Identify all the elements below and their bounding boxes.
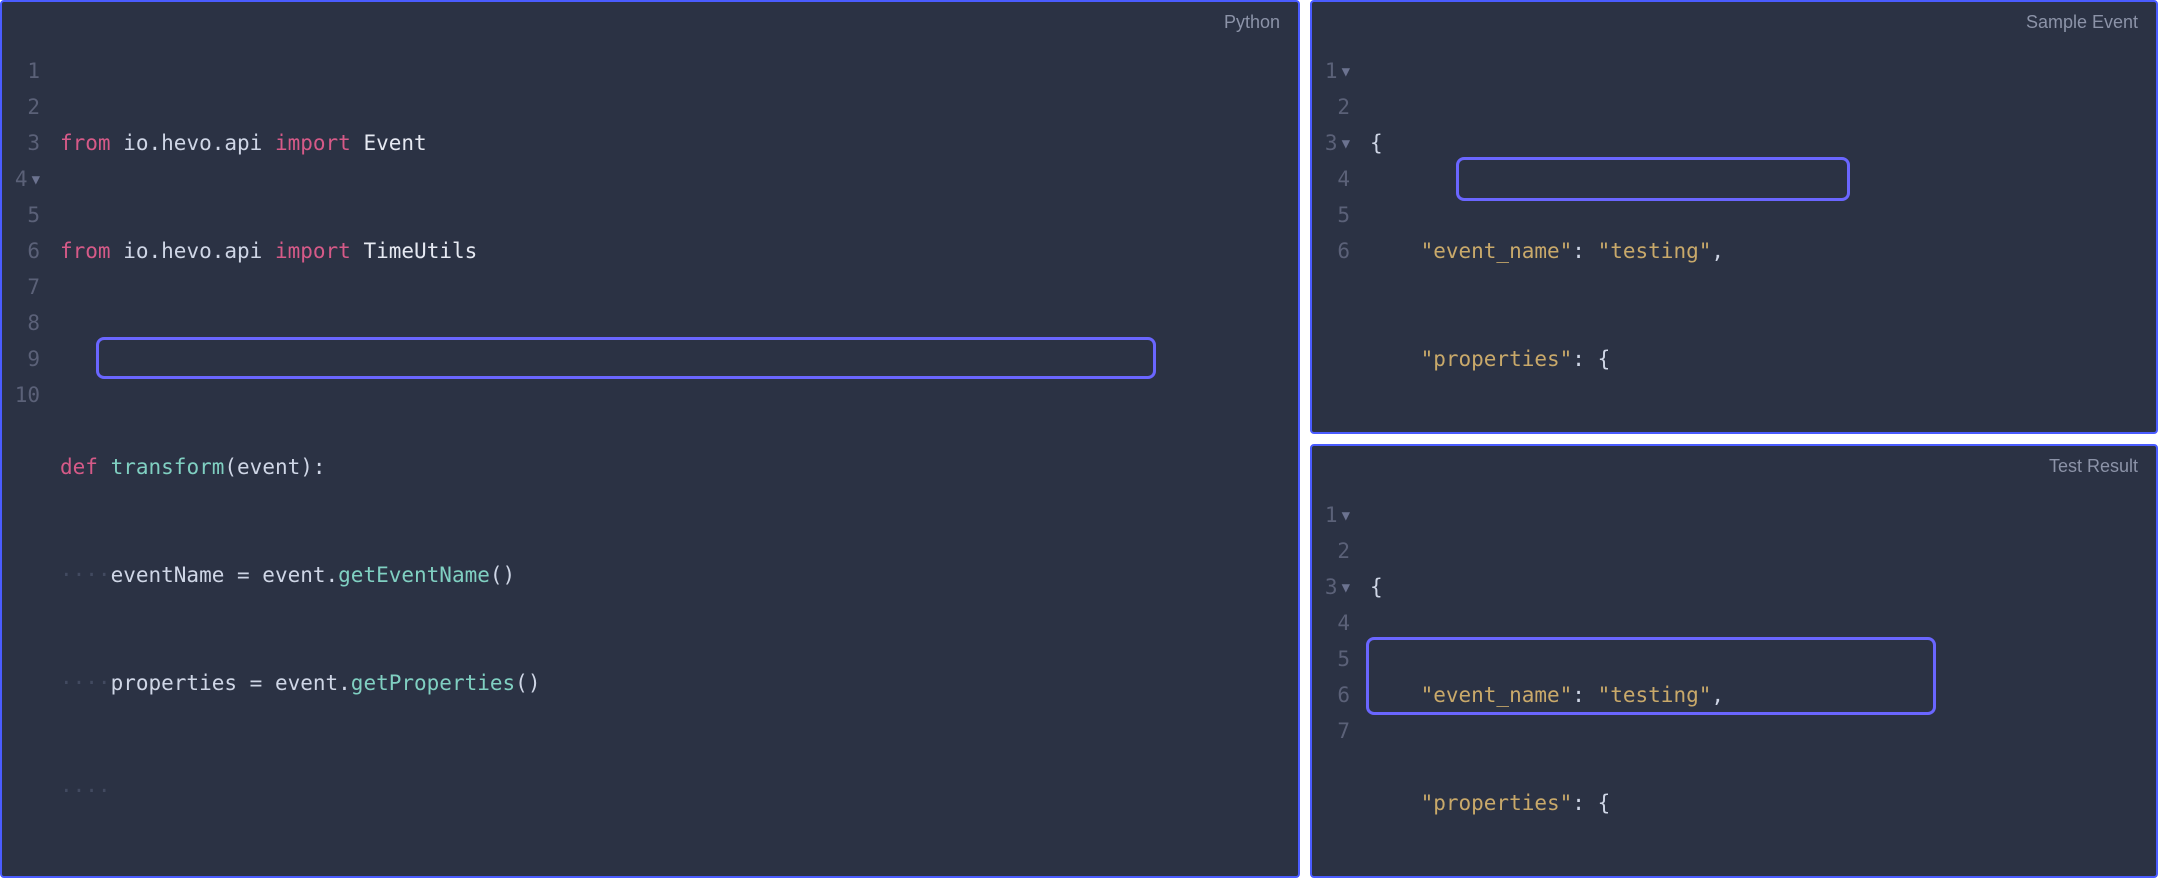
python-editor[interactable]: 1 2 3 4▼ 5 6 7 8 9 10 from io.hevo.api i…	[2, 39, 1298, 878]
line-number: 2	[1312, 89, 1350, 125]
line-number: 3	[2, 125, 40, 161]
code-line: ····properties = event.getProperties()	[60, 665, 1298, 701]
code-line: def transform(event):	[60, 449, 1298, 485]
code-line: from io.hevo.api import TimeUtils	[60, 233, 1298, 269]
pane-title-result: Test Result	[1312, 446, 2156, 483]
line-number: 6	[2, 233, 40, 269]
fold-icon[interactable]: ▼	[1342, 136, 1350, 152]
line-number: 2	[2, 89, 40, 125]
code-line	[60, 341, 1298, 377]
sample-gutter: 1▼ 2 3▼ 4 5 6	[1312, 53, 1364, 434]
code-line: "properties": {	[1370, 341, 2156, 377]
python-gutter: 1 2 3 4▼ 5 6 7 8 9 10	[2, 53, 54, 878]
sample-event-pane: Sample Event 1▼ 2 3▼ 4 5 6 { "event_name…	[1310, 0, 2158, 434]
python-code[interactable]: from io.hevo.api import Event from io.he…	[54, 53, 1298, 878]
right-column: Sample Event 1▼ 2 3▼ 4 5 6 { "event_name…	[1310, 0, 2158, 878]
fold-icon[interactable]: ▼	[32, 172, 40, 188]
result-gutter: 1▼ 2 3▼ 4 5 6 7	[1312, 497, 1364, 878]
sample-editor[interactable]: 1▼ 2 3▼ 4 5 6 { "event_name": "testing",…	[1312, 39, 2156, 434]
test-result-pane: Test Result 1▼ 2 3▼ 4 5 6 7 { "event_nam…	[1310, 444, 2158, 878]
python-editor-pane: Python 1 2 3 4▼ 5 6 7 8 9 10 from io.hev…	[0, 0, 1300, 878]
pane-title-python: Python	[2, 2, 1298, 39]
highlight-box	[1456, 157, 1850, 201]
result-editor[interactable]: 1▼ 2 3▼ 4 5 6 7 { "event_name": "testing…	[1312, 483, 2156, 878]
line-number: 5	[1312, 641, 1350, 677]
line-number: 4	[1312, 605, 1350, 641]
code-line: from io.hevo.api import Event	[60, 125, 1298, 161]
line-number: 5	[1312, 197, 1350, 233]
code-line: "event_name": "testing",	[1370, 677, 2156, 713]
line-number: 7	[2, 269, 40, 305]
line-number: 6	[1312, 677, 1350, 713]
line-number: 4	[1312, 161, 1350, 197]
pane-title-sample: Sample Event	[1312, 2, 2156, 39]
line-number: 6	[1312, 233, 1350, 269]
line-number: 1▼	[1312, 53, 1350, 89]
line-number: 5	[2, 197, 40, 233]
line-number: 3▼	[1312, 569, 1350, 605]
line-number: 3▼	[1312, 125, 1350, 161]
code-line: "event_name": "testing",	[1370, 233, 2156, 269]
sample-code[interactable]: { "event_name": "testing", "properties":…	[1364, 53, 2156, 434]
code-line: ····	[60, 773, 1298, 809]
line-number: 9	[2, 341, 40, 377]
line-number: 10	[2, 377, 40, 413]
line-number: 1	[2, 53, 40, 89]
code-line: {	[1370, 125, 2156, 161]
code-line: {	[1370, 569, 2156, 605]
line-number: 7	[1312, 713, 1350, 749]
code-line: ····eventName = event.getEventName()	[60, 557, 1298, 593]
fold-icon[interactable]: ▼	[1342, 580, 1350, 596]
line-number: 8	[2, 305, 40, 341]
fold-icon[interactable]: ▼	[1342, 508, 1350, 524]
line-number: 2	[1312, 533, 1350, 569]
line-number: 4▼	[2, 161, 40, 197]
code-line: "properties": {	[1370, 785, 2156, 821]
result-code[interactable]: { "event_name": "testing", "properties":…	[1364, 497, 2156, 878]
fold-icon[interactable]: ▼	[1342, 64, 1350, 80]
line-number: 1▼	[1312, 497, 1350, 533]
